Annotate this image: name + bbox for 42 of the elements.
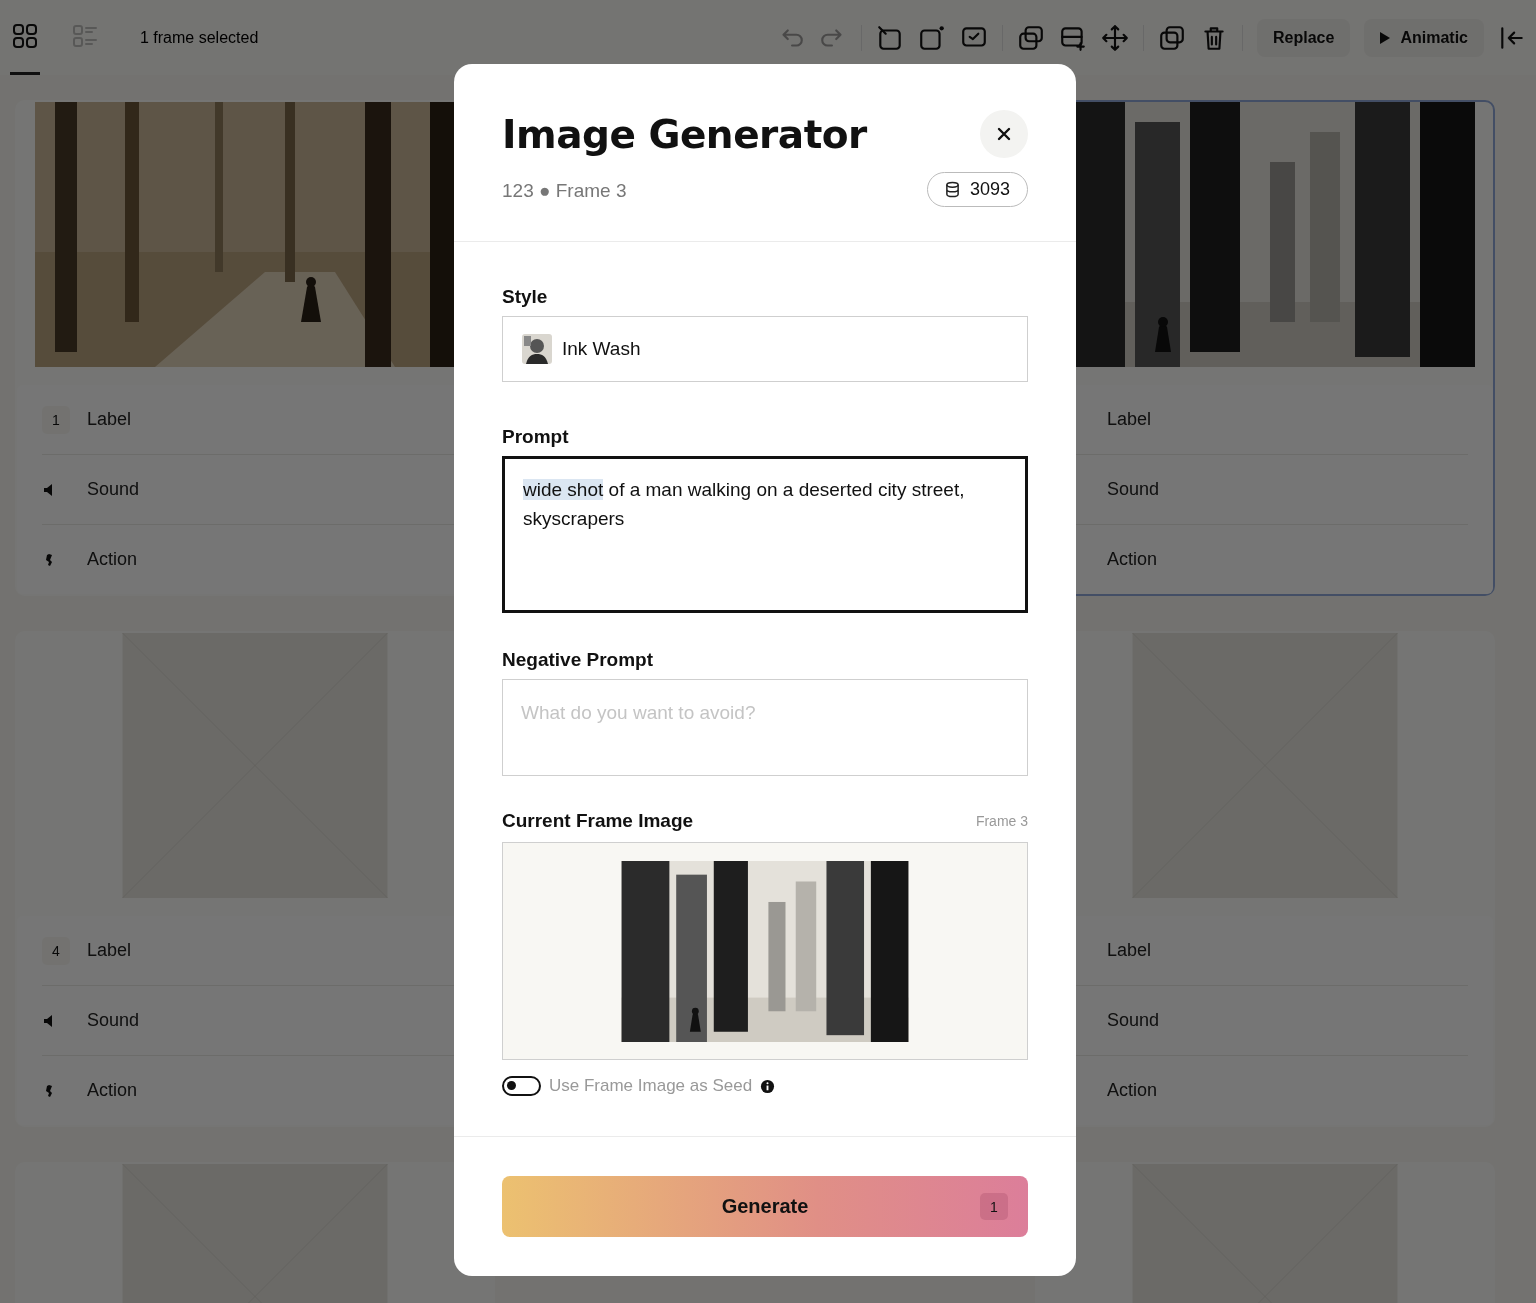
duplicate-icon[interactable]: [1158, 23, 1187, 52]
play-icon: [1380, 31, 1391, 44]
row-placeholder[interactable]: Action: [1107, 549, 1158, 570]
frame-number: 1: [42, 405, 70, 434]
style-select[interactable]: Ink Wash: [502, 316, 1028, 382]
style-thumbnail-icon: [522, 334, 552, 364]
frame-caption: Frame 3: [975, 813, 1028, 829]
row-placeholder[interactable]: Sound: [1107, 479, 1160, 500]
dialog-title: Image Generator: [502, 111, 867, 157]
copy-icon[interactable]: [1017, 23, 1046, 52]
field-label: Current Frame Image: [502, 810, 694, 832]
row-placeholder[interactable]: Sound: [87, 479, 140, 500]
info-icon[interactable]: [760, 1078, 776, 1094]
coins-icon: [944, 181, 960, 198]
row-placeholder[interactable]: Label: [1107, 940, 1152, 961]
row-placeholder[interactable]: Sound: [87, 1010, 140, 1031]
row-placeholder[interactable]: Label: [1107, 409, 1152, 430]
row-placeholder[interactable]: Action: [87, 549, 138, 570]
animatic-button[interactable]: Animatic: [1364, 18, 1484, 57]
row-placeholder[interactable]: Action: [1107, 1080, 1158, 1101]
frame-add-icon[interactable]: [918, 23, 947, 52]
selection-count: 1 frame selected: [140, 28, 259, 47]
field-label: Style: [502, 286, 549, 308]
field-label: Negative Prompt: [502, 649, 654, 671]
row-placeholder[interactable]: Action: [87, 1080, 138, 1101]
row-placeholder[interactable]: Label: [87, 940, 132, 961]
field-label: Prompt: [502, 426, 570, 448]
toggle-switch[interactable]: [502, 1076, 541, 1096]
count-badge: 1: [980, 1193, 1008, 1220]
frame-number: 4: [42, 936, 70, 965]
grid-view-icon: [12, 23, 38, 49]
move-icon[interactable]: [1101, 23, 1130, 52]
generate-button[interactable]: Generate 1: [502, 1176, 1028, 1237]
dialog-subtitle: 123 ● Frame 3: [502, 179, 627, 202]
close-icon: [997, 127, 1011, 141]
prompt-field[interactable]: wide shot of a man walking on a deserted city street, skyscrapers: [502, 456, 1028, 613]
toolbar-button[interactable]: Replace: [1257, 18, 1351, 57]
negative-prompt-field[interactable]: What do you want to avoid?: [502, 679, 1028, 776]
row-placeholder[interactable]: Sound: [1107, 1010, 1160, 1031]
close-button[interactable]: [980, 110, 1028, 158]
row-placeholder[interactable]: Label: [87, 409, 132, 430]
toggle-label: Use Frame Image as Seed: [549, 1076, 753, 1096]
